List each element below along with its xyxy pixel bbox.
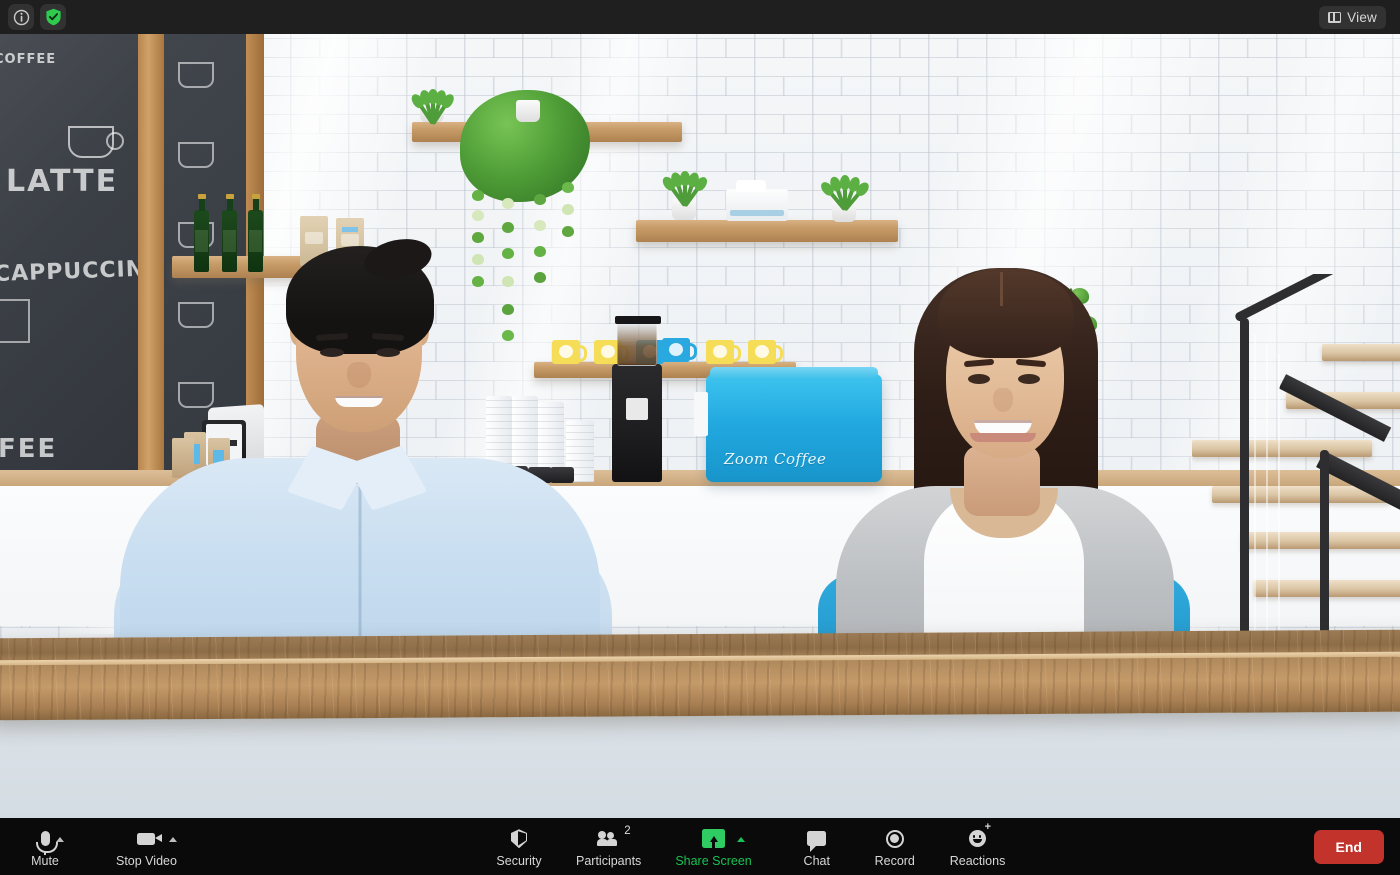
chalk-milk-carton-icon: [0, 299, 30, 343]
decor-tissue-box: [726, 180, 788, 221]
stop-video-button-label: Stop Video: [116, 853, 177, 868]
record-button-label: Record: [874, 853, 915, 868]
share-screen-button-label: Share Screen: [675, 853, 752, 868]
yellow-mug: [748, 340, 783, 364]
handrail: [1233, 274, 1400, 323]
security-button-label: Security: [496, 853, 542, 868]
woman-eye: [1018, 374, 1040, 384]
share-screen-icon: [702, 829, 726, 849]
participant-video-man: [114, 206, 612, 658]
espresso-machine-side-panel: [694, 392, 708, 436]
participant-video-woman: [818, 230, 1190, 688]
counter-front-wall: [0, 712, 1400, 818]
video-options-chevron-icon[interactable]: [169, 836, 178, 842]
wood-grain-texture: [0, 629, 1400, 721]
reactions-button-label: Reactions: [949, 853, 1006, 868]
encryption-status-button[interactable]: [40, 4, 66, 30]
plant-pot: [516, 100, 540, 122]
view-layout-button[interactable]: View: [1319, 5, 1386, 29]
ivy-vine: [562, 86, 574, 237]
chalk-cup-sketch-icon: [68, 126, 124, 158]
meeting-top-bar: View: [0, 0, 1400, 34]
chalkboard-line-4: FEE: [0, 434, 58, 464]
staircase: [1192, 274, 1400, 664]
mute-button[interactable]: Mute: [14, 826, 76, 868]
participants-button-label: Participants: [576, 853, 642, 868]
share-options-chevron-icon[interactable]: [737, 836, 746, 842]
foreground-wooden-counter: [0, 629, 1400, 721]
view-button-label: View: [1347, 9, 1377, 25]
shield-icon: [511, 829, 527, 849]
woman-eye: [968, 374, 990, 384]
layout-grid-icon: [1328, 11, 1342, 23]
zoom-coffee-brand-text: Zoom Coffee: [724, 450, 827, 468]
woman-hair-part: [1000, 272, 1003, 306]
meeting-controls-toolbar: Mute Stop Video Security 2 Participants …: [0, 818, 1400, 875]
chat-bubble-icon: [807, 831, 827, 853]
man-eye: [320, 348, 344, 357]
record-circle-icon: [885, 829, 904, 848]
small-potted-plant: [662, 160, 708, 208]
participants-count-badge: 2: [624, 824, 631, 837]
small-potted-plant: [822, 170, 868, 212]
plus-badge-icon: +: [984, 820, 992, 833]
zoom-meeting-window: View COFFEE LATTE CAPPUCCINO FEE Zoom Co…: [0, 0, 1400, 875]
man-mouth: [335, 396, 383, 407]
people-icon: [596, 831, 620, 847]
toolbar-center-group: Security 2 Participants Share Screen Cha…: [488, 821, 1014, 868]
chalkboard-line-2: LATTE: [6, 164, 119, 199]
grinder-display: [626, 398, 648, 420]
active-speaker-video-tile[interactable]: COFFEE LATTE CAPPUCCINO FEE Zoom Coffee: [0, 34, 1400, 818]
woman-hair-top: [938, 268, 1074, 358]
top-bar-right-controls: View: [1319, 5, 1400, 29]
smiley-plus-icon: [969, 830, 987, 848]
end-meeting-button[interactable]: End: [1313, 829, 1384, 864]
info-icon: [13, 9, 29, 25]
man-hair: [286, 246, 434, 354]
man-eye: [376, 348, 400, 357]
coffee-grinder: [612, 316, 662, 482]
top-bar-left-controls: [0, 4, 66, 30]
camera-icon: [137, 832, 163, 845]
chalkboard-line-1: COFFEE: [0, 52, 57, 67]
stair-tread: [1322, 344, 1400, 361]
audio-options-chevron-icon[interactable]: [55, 836, 64, 842]
chat-button-label: Chat: [803, 853, 830, 868]
toolbar-left-group: Mute Stop Video: [0, 826, 185, 868]
microphone-icon: [36, 831, 58, 856]
man-nose: [347, 362, 371, 388]
stop-video-button[interactable]: Stop Video: [108, 826, 185, 868]
grinder-bean-hopper: [615, 316, 661, 366]
woman-lower-lip: [970, 433, 1036, 442]
meeting-info-button[interactable]: [8, 4, 34, 30]
blue-mug: [662, 338, 697, 362]
rail-post: [1240, 318, 1249, 648]
chat-button[interactable]: Chat: [786, 826, 848, 868]
green-shield-check-icon: [45, 8, 61, 26]
woman-nose: [993, 388, 1013, 412]
share-screen-button[interactable]: Share Screen: [667, 826, 759, 868]
toolbar-right-group: End: [1313, 829, 1384, 864]
record-button[interactable]: Record: [864, 826, 926, 868]
reactions-button[interactable]: + Reactions: [942, 821, 1014, 868]
mute-button-label: Mute: [31, 853, 59, 868]
stair-tread: [1192, 440, 1372, 457]
participants-button[interactable]: 2 Participants: [568, 824, 649, 868]
yellow-mug: [706, 340, 741, 364]
security-button[interactable]: Security: [488, 826, 550, 868]
